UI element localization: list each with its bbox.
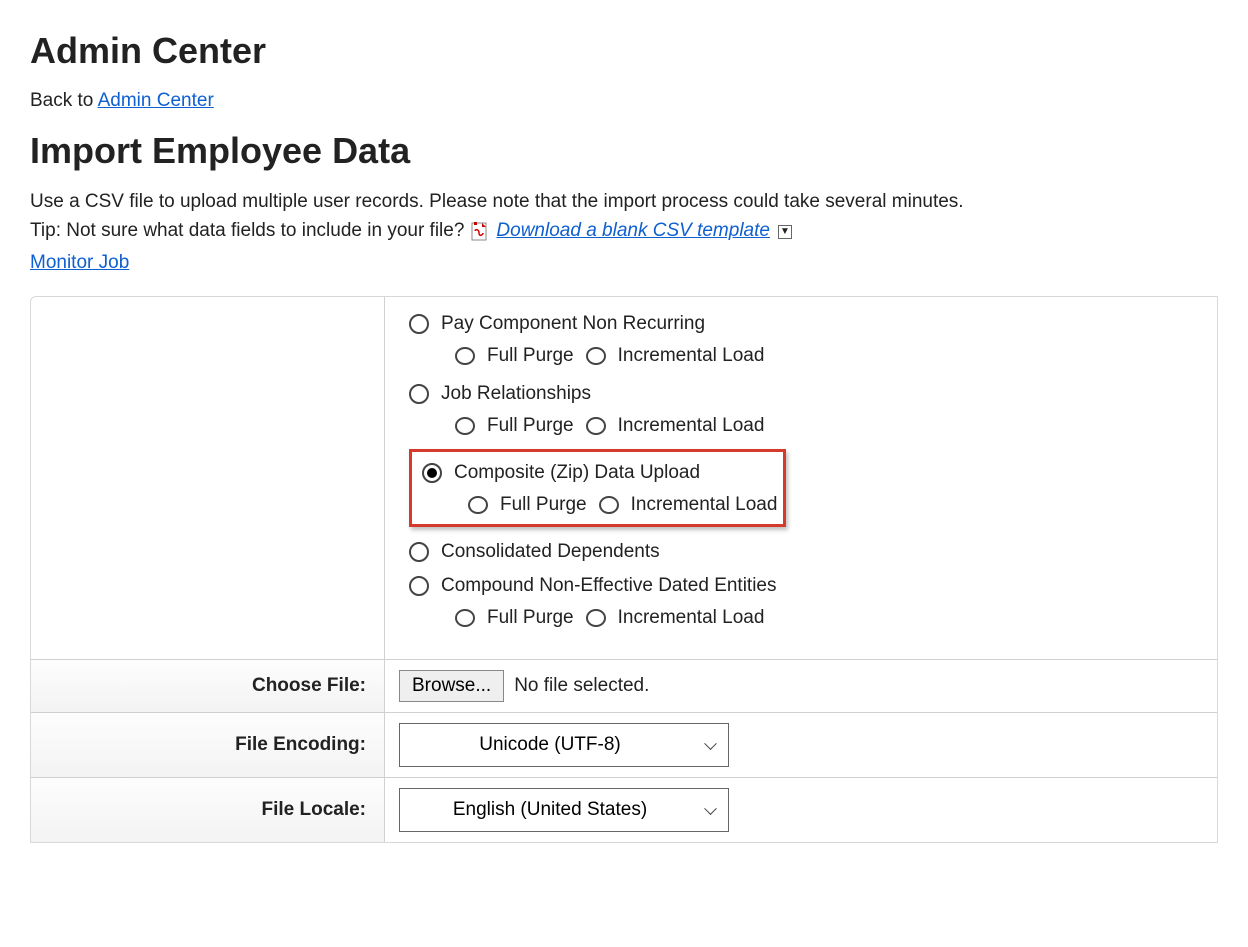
full-purge-label: Full Purge: [487, 415, 574, 437]
browse-button[interactable]: Browse...: [399, 670, 504, 702]
options-label-col: [31, 297, 385, 659]
entity-label: Consolidated Dependents: [441, 541, 660, 563]
file-status-text: No file selected.: [514, 675, 649, 697]
incremental-load-radio[interactable]: [586, 609, 606, 627]
import-form: Pay Component Non Recurring Full Purge Inc…: [30, 296, 1218, 843]
incremental-load-label: Incremental Load: [618, 607, 765, 629]
entity-options-list: Pay Component Non Recurring Full Purge Inc…: [399, 303, 786, 643]
admin-center-heading: Admin Center: [30, 30, 1218, 72]
file-locale-label: File Locale:: [31, 778, 385, 842]
incremental-load-label: Incremental Load: [631, 494, 778, 516]
file-encoding-select[interactable]: Unicode (UTF-8): [399, 723, 729, 767]
entity-radio[interactable]: [409, 314, 429, 334]
incremental-load-label: Incremental Load: [618, 345, 765, 367]
entity-label: Composite (Zip) Data Upload: [454, 462, 700, 484]
highlighted-option: Composite (Zip) Data Upload Full Purge Inc…: [409, 449, 786, 527]
full-purge-label: Full Purge: [500, 494, 587, 516]
entity-radio[interactable]: [409, 384, 429, 404]
pdf-icon: [471, 221, 489, 241]
full-purge-label: Full Purge: [487, 607, 574, 629]
back-admin-center-link[interactable]: Admin Center: [98, 90, 214, 111]
full-purge-radio[interactable]: [455, 417, 475, 435]
entity-label: Compound Non-Effective Dated Entities: [441, 575, 777, 597]
choose-file-label: Choose File:: [31, 660, 385, 712]
file-locale-select[interactable]: English (United States): [399, 788, 729, 832]
entity-label: Job Relationships: [441, 383, 591, 405]
file-encoding-label: File Encoding:: [31, 713, 385, 777]
incremental-load-radio[interactable]: [599, 496, 619, 514]
entity-radio[interactable]: [409, 542, 429, 562]
template-dropdown-icon[interactable]: [778, 225, 792, 239]
incremental-load-radio[interactable]: [586, 417, 606, 435]
monitor-job-link[interactable]: Monitor Job: [30, 252, 129, 273]
full-purge-radio[interactable]: [455, 347, 475, 365]
intro-text: Use a CSV file to upload multiple user r…: [30, 188, 1218, 217]
page-title: Import Employee Data: [30, 130, 1218, 172]
entity-radio[interactable]: [409, 576, 429, 596]
download-template-link[interactable]: Download a blank CSV template: [496, 217, 770, 246]
back-prefix: Back to: [30, 90, 98, 111]
full-purge-radio[interactable]: [468, 496, 488, 514]
tip-text: Tip: Not sure what data fields to includ…: [30, 217, 464, 246]
entity-label: Pay Component Non Recurring: [441, 313, 705, 335]
entity-radio[interactable]: [422, 463, 442, 483]
incremental-load-radio[interactable]: [586, 347, 606, 365]
breadcrumb: Back to Admin Center: [30, 90, 1218, 112]
full-purge-radio[interactable]: [455, 609, 475, 627]
incremental-load-label: Incremental Load: [618, 415, 765, 437]
full-purge-label: Full Purge: [487, 345, 574, 367]
